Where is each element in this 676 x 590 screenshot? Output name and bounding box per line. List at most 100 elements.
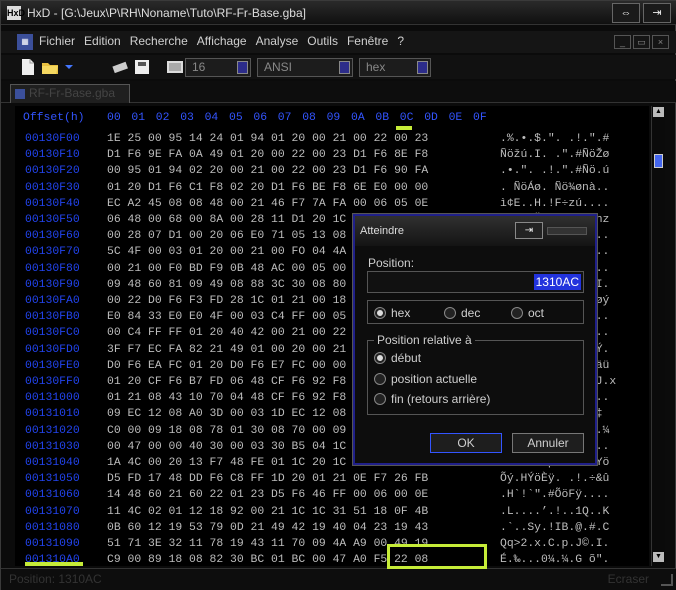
menu-edition[interactable]: Edition xyxy=(84,34,121,48)
chevron-down-icon[interactable] xyxy=(417,61,428,74)
menu-fenetre[interactable]: Fenêtre xyxy=(347,34,388,48)
menu-fichier[interactable]: Fichier xyxy=(39,34,75,48)
row-offset: 00130F90 xyxy=(25,278,80,291)
document-menu-icon[interactable]: ▦ xyxy=(17,34,33,50)
column-header: 01 xyxy=(131,112,146,124)
chevron-down-icon[interactable] xyxy=(339,61,350,74)
row-hex-bytes: 1E 25 00 95 14 24 01 94 01 20 00 21 00 2… xyxy=(107,133,429,145)
offset-column-header: Offset(h) xyxy=(23,112,85,124)
row-hex-bytes: 51 71 3E 32 11 78 19 43 11 70 09 4A A9 0… xyxy=(107,538,429,550)
goto-dialog: Atteindre ⇥ Position: 1310AC hex dec oct… xyxy=(353,214,597,465)
column-header: 09 xyxy=(326,112,341,124)
bytes-per-row-select[interactable]: 16 xyxy=(185,58,251,77)
column-header: 07 xyxy=(277,112,292,124)
radio-dec[interactable]: dec xyxy=(444,306,480,320)
column-header: 0A xyxy=(351,112,365,124)
scroll-up-icon[interactable]: ▲ xyxy=(653,107,664,117)
row-offset: 00131030 xyxy=(25,440,80,453)
radio-oct-label: oct xyxy=(528,306,545,320)
dialog-title-bar-control xyxy=(547,227,587,235)
ram-icon[interactable] xyxy=(111,58,129,76)
radio-dot-icon xyxy=(444,307,456,319)
row-offset: 00131000 xyxy=(25,392,80,405)
radio-dot-icon xyxy=(374,307,386,319)
radio-position-actuelle[interactable]: position actuelle xyxy=(374,372,477,386)
row-hex-bytes: 01 20 D1 F6 C1 F8 02 20 D1 F6 BE F8 6E E… xyxy=(107,181,429,194)
scroll-thumb[interactable] xyxy=(654,154,663,168)
position-input[interactable]: 1310AC xyxy=(367,271,584,293)
column-header: 00 xyxy=(107,112,121,124)
radio-fin-label: fin (retours arrière) xyxy=(391,392,491,406)
row-offset: 00130F50 xyxy=(25,214,80,226)
radio-dot-icon xyxy=(374,373,386,385)
row-offset: 00131080 xyxy=(25,521,80,534)
disk-icon[interactable] xyxy=(133,58,151,76)
window-switch-button[interactable]: ⇔ xyxy=(612,3,640,23)
radio-oct[interactable]: oct xyxy=(511,306,544,320)
radio-dot-icon xyxy=(511,307,523,319)
row-hex-bytes: 0B 60 12 19 53 79 0D 21 49 42 19 40 04 2… xyxy=(107,521,429,534)
chevron-down-icon[interactable] xyxy=(63,58,75,76)
row-offset: 00131040 xyxy=(25,457,80,469)
chevron-down-icon[interactable] xyxy=(237,61,248,74)
radio-hex[interactable]: hex xyxy=(374,306,410,320)
radix-group: hex dec oct xyxy=(367,300,584,324)
vertical-scrollbar[interactable]: ▲ ▼ xyxy=(651,106,665,566)
radio-position-actuelle-label: position actuelle xyxy=(391,372,478,386)
charset-select[interactable]: ANSI xyxy=(257,58,353,77)
scroll-down-icon[interactable]: ▼ xyxy=(653,552,664,562)
hxd-window: HxD HxD - [G:\Jeux\P\RH\Noname\Tuto\RF-F… xyxy=(0,0,676,590)
menu-help[interactable]: ? xyxy=(397,34,404,48)
row-text: .•.". .!.".#Ñö.ú xyxy=(500,165,610,178)
column-header: 0B xyxy=(375,112,390,124)
dialog-close-button[interactable]: ⇥ xyxy=(515,222,543,239)
tab-rf-fr-base[interactable]: RF-Fr-Base.gba xyxy=(10,84,130,103)
row-offset: 00130FC0 xyxy=(25,327,80,340)
row-offset: 00130FA0 xyxy=(25,295,80,307)
row-text: .%.•.$.". .!.".# xyxy=(500,133,610,145)
row-offset: 00130FE0 xyxy=(25,359,80,372)
open-folder-icon[interactable] xyxy=(41,58,59,76)
ok-button[interactable]: OK xyxy=(430,433,502,453)
radio-dot-icon xyxy=(374,352,386,364)
row-text: .`..Sy.!IB.@.#.C xyxy=(500,521,610,534)
column-0c-highlight xyxy=(396,126,412,130)
row-hex-bytes: 11 4C 02 01 12 18 92 00 21 1C 1C 31 51 1… xyxy=(107,505,429,518)
resize-grip-icon[interactable] xyxy=(661,574,673,586)
row-offset: 00131070 xyxy=(25,505,80,518)
status-bar: Position: 1310AC Ecraser xyxy=(1,568,676,590)
hxd-app-icon: HxD xyxy=(7,6,26,20)
column-header: 06 xyxy=(253,112,268,124)
menu-bar: ▦ Fichier Edition Recherche Affichage An… xyxy=(1,31,676,53)
menu-recherche[interactable]: Recherche xyxy=(130,34,188,48)
menu-affichage[interactable]: Affichage xyxy=(197,34,247,48)
menu-outils[interactable]: Outils xyxy=(307,34,338,48)
row-offset: 00130F10 xyxy=(25,149,80,162)
offset-base-select[interactable]: hex xyxy=(359,58,431,77)
offset-row-highlight xyxy=(25,562,83,566)
column-header: 08 xyxy=(302,112,316,124)
new-file-icon[interactable] xyxy=(19,58,37,76)
radio-debut[interactable]: début xyxy=(374,351,421,365)
mdi-close-icon[interactable]: × xyxy=(652,35,669,49)
row-offset: 00131020 xyxy=(25,424,80,437)
toolbar: 16 ANSI hex xyxy=(1,55,676,79)
row-text: ì¢E..H.!F÷zú.... xyxy=(500,197,610,210)
column-header: 04 xyxy=(204,112,219,124)
cancel-button[interactable]: Annuler xyxy=(512,433,584,453)
position-value: 1310AC xyxy=(533,274,581,290)
status-edit-mode: Ecraser xyxy=(607,572,649,586)
row-offset: 00130F30 xyxy=(25,181,80,194)
row-hex-bytes: 14 48 60 21 60 22 01 23 D5 F6 46 FF 00 0… xyxy=(107,489,429,502)
column-header: 02 xyxy=(155,112,170,124)
row-offset: 00130F60 xyxy=(25,230,80,243)
row-text: .H`!`".#ÕöFÿ.... xyxy=(500,489,610,502)
row-offset: 00130FB0 xyxy=(25,311,80,324)
row-text: Õý.HÝöÈÿ. .!.÷&û xyxy=(500,473,610,486)
mdi-restore-icon[interactable]: ▭ xyxy=(633,35,650,49)
mdi-minimize-icon[interactable]: _ xyxy=(614,35,631,49)
position-label: Position: xyxy=(368,256,415,270)
radio-fin[interactable]: fin (retours arrière) xyxy=(374,392,490,406)
menu-analyse[interactable]: Analyse xyxy=(256,34,299,48)
window-close-button[interactable]: ⇥ xyxy=(643,3,671,23)
